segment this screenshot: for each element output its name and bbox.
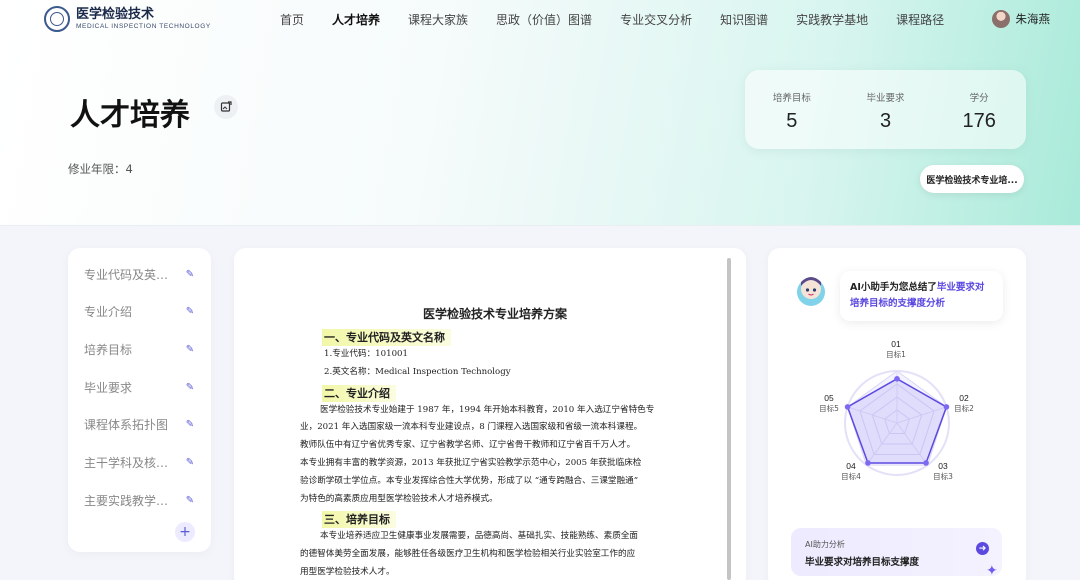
- section-heading-2: 二、专业介绍: [322, 384, 396, 402]
- university-emblem-icon: [44, 6, 70, 32]
- toc-item-label: 专业代码及英文...: [84, 267, 176, 282]
- ai-bubble-highlight: 培养目标的支撑度分析: [850, 298, 946, 309]
- ai-analysis-tag: AI助力分析: [805, 540, 845, 549]
- toc-item-core-disciplines[interactable]: 主干学科及核心... ✎: [84, 452, 196, 472]
- brand-logo[interactable]: 医学检验技术 MEDICAL INSPECTION TECHNOLOGY: [44, 6, 211, 32]
- toc-item-course-topology[interactable]: 课程体系拓扑图 ✎: [84, 414, 196, 434]
- radar-axis-label: 04 目标4: [841, 461, 861, 481]
- nav-item-knowledge-graph[interactable]: 知识图谱: [720, 11, 768, 28]
- ai-summary-bubble: AI小助手为您总结了毕业要求对 培养目标的支撑度分析: [840, 271, 1003, 321]
- toc-sidebar: 专业代码及英文... ✎ 专业介绍 ✎ 培养目标 ✎ 毕业要求 ✎ 课程体系拓扑…: [68, 248, 211, 552]
- support-radar-chart: 01 目标1 02 目标2 03 目标3 04 目标4 05 目标5: [810, 335, 980, 495]
- export-image-icon[interactable]: [214, 95, 238, 119]
- stat-label: 培养目标: [772, 93, 811, 104]
- nav-item-talent-training[interactable]: 人才培养: [332, 11, 380, 28]
- nav-item-course-family[interactable]: 课程大家族: [408, 11, 468, 28]
- ai-analysis-card[interactable]: AI助力分析 毕业要求对培养目标支撑度: [791, 528, 1002, 576]
- stat-label: 毕业要求: [866, 93, 905, 104]
- toc-item-label: 课程体系拓扑图: [84, 417, 169, 432]
- document-scrollbar[interactable]: [727, 258, 731, 580]
- intro-paragraph-line: 为特色的高素质应用型医学检验技术人才培养模式。: [300, 493, 498, 504]
- brand-name-en: MEDICAL INSPECTION TECHNOLOGY: [76, 23, 211, 30]
- nav-item-practice-base[interactable]: 实践教学基地: [796, 11, 868, 28]
- stat-credits: 学分 176: [932, 70, 1026, 149]
- arrow-right-icon[interactable]: ➜: [976, 542, 989, 555]
- stat-graduation-requirements: 毕业要求 3: [839, 70, 933, 149]
- edit-icon[interactable]: ✎: [184, 268, 196, 280]
- user-menu[interactable]: 朱海燕: [991, 10, 1051, 28]
- radar-axis-label: 03 目标3: [933, 461, 953, 481]
- edit-icon[interactable]: ✎: [184, 418, 196, 430]
- intro-paragraph-line: 本专业拥有丰富的教学资源，2013 年获批辽宁省实验教学示范中心，2005 年获…: [300, 457, 642, 468]
- nav-item-cross-analysis[interactable]: 专业交叉分析: [620, 11, 692, 28]
- english-name-line: 2.英文名称：Medical Inspection Technology: [324, 366, 511, 377]
- major-code-line: 1.专业代码：101001: [324, 349, 408, 359]
- toc-item-label: 主干学科及核心...: [84, 455, 176, 470]
- ai-bubble-highlight: 毕业要求对: [936, 282, 985, 293]
- radar-axis-label: 01 目标1: [886, 339, 906, 359]
- training-plan-document: 医学检验技术专业培养方案 一、专业代码及英文名称 1.专业代码：101001 2…: [300, 305, 690, 580]
- stat-value: 3: [879, 110, 892, 132]
- toc-item-practice-links[interactable]: 主要实践教学环节 ✎: [84, 490, 196, 510]
- section-heading-1: 一、专业代码及英文名称: [322, 329, 451, 346]
- stat-training-goals: 培养目标 5: [745, 70, 839, 149]
- training-plan-doc-button[interactable]: 医学检验技术专业培...: [920, 165, 1024, 193]
- top-nav-bar: 医学检验技术 MEDICAL INSPECTION TECHNOLOGY 首页 …: [0, 0, 1080, 42]
- toc-item-label: 专业介绍: [84, 304, 133, 319]
- stat-label: 学分: [969, 93, 989, 104]
- nav-item-home[interactable]: 首页: [280, 11, 304, 28]
- nav-item-ideology-map[interactable]: 思政（价值）图谱: [496, 11, 592, 28]
- ai-robot-icon: [797, 277, 825, 306]
- document-title: 医学检验技术专业培养方案: [422, 307, 567, 321]
- radar-point-04: [865, 460, 871, 466]
- sparkle-icon: ✦: [986, 563, 998, 579]
- goal-paragraph-line: 的德智体美劳全面发展，能够胜任各级医疗卫生机构和医学检验相关行业实验室工作的应: [300, 549, 636, 560]
- toc-item-major-intro[interactable]: 专业介绍 ✎: [84, 301, 196, 321]
- radar-point-01: [894, 376, 900, 382]
- toc-item-label: 培养目标: [84, 342, 133, 357]
- goal-paragraph-line: 用型医学检验技术人才。: [300, 566, 395, 577]
- edit-icon[interactable]: ✎: [184, 381, 196, 393]
- nav-item-course-path[interactable]: 课程路径: [896, 11, 944, 28]
- stats-card: 培养目标 5 毕业要求 3 学分 176: [745, 70, 1026, 149]
- section-heading-3: 三、培养目标: [322, 511, 396, 529]
- ai-bubble-prefix: AI小助手为您总结了: [850, 282, 937, 293]
- radar-point-05: [844, 404, 851, 410]
- add-section-button[interactable]: +: [175, 522, 195, 542]
- edit-icon[interactable]: ✎: [184, 305, 196, 317]
- radar-axis-label: 05 目标5: [819, 393, 839, 413]
- study-years: 修业年限：4: [68, 162, 133, 176]
- goal-paragraph-line: 本专业培养适应卫生健康事业发展需要，品德高尚、基础扎实、技能熟练、素质全面: [320, 531, 638, 542]
- intro-paragraph-line: 教师队伍中有辽宁省优秀专家、辽宁省教学名师、辽宁省骨干教师和辽宁省百千万人才。: [300, 440, 636, 451]
- avatar: [991, 10, 1010, 28]
- toc-item-training-goals[interactable]: 培养目标 ✎: [84, 339, 196, 359]
- ai-analysis-title: 毕业要求对培养目标支撑度: [805, 557, 920, 568]
- radar-axis-label: 02 目标2: [954, 393, 974, 413]
- toc-item-graduation-requirements[interactable]: 毕业要求 ✎: [84, 377, 196, 397]
- toc-item-label: 主要实践教学环节: [84, 493, 176, 508]
- intro-paragraph-line: 验诊断学硕士学位点。本专业发挥综合性大学优势，形成了以 “通专跨融合、三课堂融通…: [300, 475, 639, 486]
- edit-icon[interactable]: ✎: [184, 494, 196, 506]
- stat-value: 5: [786, 110, 798, 132]
- edit-icon[interactable]: ✎: [184, 343, 196, 355]
- stat-value: 176: [962, 110, 996, 132]
- main-nav: 首页 人才培养 课程大家族 思政（价值）图谱 专业交叉分析 知识图谱 实践教学基…: [280, 0, 972, 38]
- toc-item-label: 毕业要求: [84, 380, 133, 395]
- toc-item-major-code[interactable]: 专业代码及英文... ✎: [84, 264, 196, 284]
- brand-name: 医学检验技术: [76, 7, 155, 22]
- page-title: 人才培养: [70, 98, 190, 133]
- intro-paragraph-line: 医学检验技术专业始建于 1987 年，1994 年开始本科教育，2010 年入选…: [320, 404, 655, 415]
- intro-paragraph-line: 业，2021 年入选国家级一流本科专业建设点，8 门课程入选国家级和省级一流本科…: [300, 422, 643, 433]
- user-name: 朱海燕: [1015, 12, 1051, 26]
- edit-icon[interactable]: ✎: [184, 456, 196, 468]
